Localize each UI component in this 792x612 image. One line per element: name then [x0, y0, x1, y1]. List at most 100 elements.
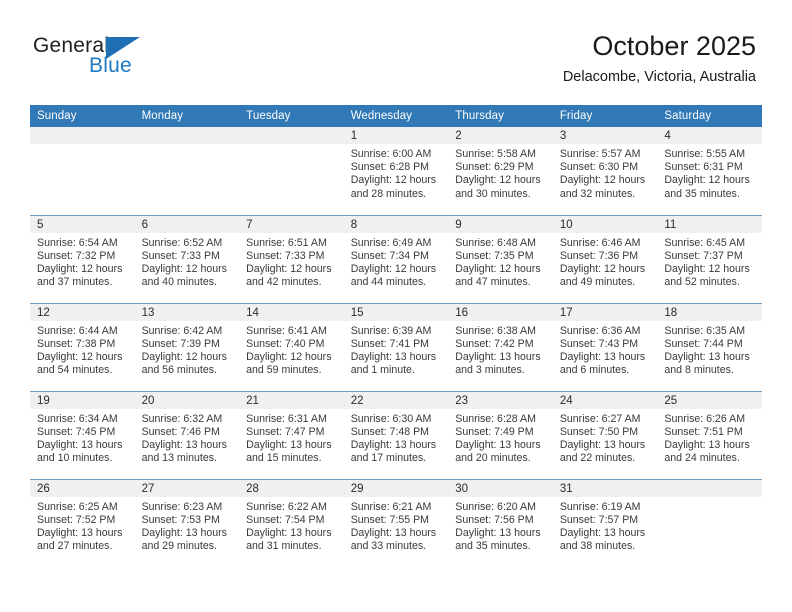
calendar-day-cell[interactable]: 30 Sunrise: 6:20 AM Sunset: 7:56 PM Dayligh…	[448, 478, 553, 567]
calendar-day-cell[interactable]: 29 Sunrise: 6:21 AM Sunset: 7:55 PM Dayligh…	[343, 478, 449, 567]
daylight-text-cont: and 20 minutes.	[455, 452, 531, 465]
day-number: 24	[552, 391, 658, 409]
calendar-day-cell[interactable]: 21 Sunrise: 6:31 AM Sunset: 7:47 PM Dayligh…	[239, 390, 344, 479]
calendar-day-cell[interactable]: 24 Sunrise: 6:27 AM Sunset: 7:50 PM Dayligh…	[552, 390, 658, 479]
day-cell-inner: 9 Sunrise: 6:48 AM Sunset: 7:35 PM Daylight…	[448, 215, 553, 303]
daylight-text-cont: and 10 minutes.	[37, 452, 113, 465]
day-cell-inner: 14 Sunrise: 6:41 AM Sunset: 7:40 PM Dayligh…	[239, 303, 344, 391]
sunset-text: Sunset: 7:50 PM	[559, 425, 639, 438]
sunrise-text: Sunrise: 6:00 AM	[350, 148, 432, 160]
calendar-week-row: 5 Sunrise: 6:54 AM Sunset: 7:32 PM Daylight…	[30, 214, 762, 303]
day-number: 26	[30, 479, 135, 497]
calendar-day-cell[interactable]: 22 Sunrise: 6:30 AM Sunset: 7:48 PM Dayligh…	[343, 390, 449, 479]
calendar-day-cell[interactable]: 28 Sunrise: 6:22 AM Sunset: 7:54 PM Dayligh…	[239, 478, 344, 567]
daylight-text-cont: and 49 minutes.	[559, 276, 636, 289]
day-cell-details: Sunrise: 6:41 AM Sunset: 7:40 PM Daylight:…	[239, 321, 344, 378]
sunset-text: Sunset: 6:30 PM	[559, 161, 639, 174]
general-blue-logo[interactable]: General Blue	[33, 33, 163, 81]
daylight-text-cont: and 27 minutes.	[37, 540, 113, 553]
daylight-text: Daylight: 12 hours	[37, 262, 123, 275]
day-cell-inner: 21 Sunrise: 6:31 AM Sunset: 7:47 PM Dayligh…	[239, 391, 344, 479]
calendar-day-cell[interactable]: 7 Sunrise: 6:51 AM Sunset: 7:33 PM Daylight…	[239, 214, 344, 303]
day-cell-details	[239, 144, 344, 148]
daylight-text-cont: and 54 minutes.	[37, 364, 113, 377]
calendar-day-cell[interactable]: 1 Sunrise: 6:00 AM Sunset: 6:28 PM Daylight…	[343, 127, 449, 215]
calendar-day-cell[interactable]: 18 Sunrise: 6:35 AM Sunset: 7:44 PM Dayligh…	[657, 302, 762, 391]
calendar-day-cell[interactable]: 14 Sunrise: 6:41 AM Sunset: 7:40 PM Dayligh…	[239, 302, 344, 391]
calendar-day-cell[interactable]: 2 Sunrise: 5:58 AM Sunset: 6:29 PM Daylight…	[448, 127, 553, 215]
daylight-text: Daylight: 13 hours	[664, 350, 750, 363]
daylight-text: Daylight: 13 hours	[455, 350, 541, 363]
sunrise-text: Sunrise: 6:36 AM	[559, 324, 641, 337]
day-cell-inner: 4 Sunrise: 5:55 AM Sunset: 6:31 PM Daylight…	[657, 127, 762, 215]
calendar-day-cell[interactable]: 3 Sunrise: 5:57 AM Sunset: 6:30 PM Daylight…	[552, 127, 658, 215]
calendar-day-cell[interactable]: 16 Sunrise: 6:38 AM Sunset: 7:42 PM Dayligh…	[448, 302, 553, 391]
day-number: 14	[239, 303, 344, 321]
daylight-text: Daylight: 12 hours	[246, 262, 332, 275]
calendar-day-cell[interactable]: 26 Sunrise: 6:25 AM Sunset: 7:52 PM Dayligh…	[30, 478, 135, 567]
calendar-day-cell[interactable]: 9 Sunrise: 6:48 AM Sunset: 7:35 PM Daylight…	[448, 214, 553, 303]
day-number: 16	[448, 303, 553, 321]
daylight-text: Daylight: 13 hours	[37, 526, 123, 539]
calendar-day-cell[interactable]: 6 Sunrise: 6:52 AM Sunset: 7:33 PM Daylight…	[134, 214, 240, 303]
calendar-day-cell[interactable]: 27 Sunrise: 6:23 AM Sunset: 7:53 PM Dayligh…	[134, 478, 240, 567]
calendar-day-cell[interactable]: 12 Sunrise: 6:44 AM Sunset: 7:38 PM Dayligh…	[30, 302, 135, 391]
daylight-text: Daylight: 12 hours	[141, 262, 227, 275]
daylight-text-cont: and 33 minutes.	[350, 540, 427, 553]
calendar-day-cell[interactable]: 20 Sunrise: 6:32 AM Sunset: 7:46 PM Dayligh…	[134, 390, 240, 479]
sunset-text: Sunset: 7:54 PM	[246, 513, 325, 526]
day-number	[134, 127, 240, 144]
daylight-text: Daylight: 13 hours	[246, 526, 332, 539]
calendar-day-cell-empty	[134, 127, 240, 215]
calendar-day-cell[interactable]: 10 Sunrise: 6:46 AM Sunset: 7:36 PM Dayligh…	[552, 214, 658, 303]
day-cell-details: Sunrise: 6:19 AM Sunset: 7:57 PM Daylight:…	[553, 497, 658, 554]
sunrise-text: Sunrise: 6:44 AM	[37, 324, 118, 337]
sunset-text: Sunset: 7:38 PM	[37, 337, 116, 350]
daylight-text: Daylight: 12 hours	[141, 350, 227, 363]
sunrise-text: Sunrise: 6:31 AM	[246, 412, 327, 425]
day-cell-details: Sunrise: 6:21 AM Sunset: 7:55 PM Daylight:…	[344, 497, 449, 554]
sunset-text: Sunset: 7:40 PM	[246, 337, 325, 350]
sunset-text: Sunset: 7:47 PM	[246, 425, 325, 438]
daylight-text-cont: and 47 minutes.	[455, 276, 531, 289]
calendar-day-cell[interactable]: 17 Sunrise: 6:36 AM Sunset: 7:43 PM Dayligh…	[552, 302, 658, 391]
day-cell-inner	[657, 479, 762, 568]
daylight-text-cont: and 35 minutes.	[664, 187, 740, 200]
calendar-day-cell[interactable]: 23 Sunrise: 6:28 AM Sunset: 7:49 PM Dayligh…	[448, 390, 553, 479]
calendar-day-cell[interactable]: 15 Sunrise: 6:39 AM Sunset: 7:41 PM Dayligh…	[343, 302, 449, 391]
day-number: 20	[134, 391, 240, 409]
weekday-header-row: Sunday Monday Tuesday Wednesday Thursday Frid…	[30, 105, 762, 127]
day-number: 27	[134, 479, 240, 497]
daylight-text: Daylight: 13 hours	[350, 526, 437, 539]
sunrise-text: Sunrise: 6:51 AM	[246, 236, 327, 249]
daylight-text: Daylight: 13 hours	[246, 438, 332, 451]
calendar-day-cell[interactable]: 5 Sunrise: 6:54 AM Sunset: 7:32 PM Daylight…	[30, 214, 135, 303]
calendar-day-cell[interactable]: 25 Sunrise: 6:26 AM Sunset: 7:51 PM Dayligh…	[657, 390, 762, 479]
calendar-day-cell[interactable]: 11 Sunrise: 6:45 AM Sunset: 7:37 PM Dayligh…	[657, 214, 762, 303]
sunrise-text: Sunrise: 6:23 AM	[141, 500, 223, 513]
page-title: October 2025	[592, 31, 756, 61]
day-cell-details: Sunrise: 6:20 AM Sunset: 7:56 PM Daylight:…	[448, 497, 553, 554]
day-number: 5	[30, 215, 135, 233]
calendar-day-cell[interactable]: 13 Sunrise: 6:42 AM Sunset: 7:39 PM Dayligh…	[134, 302, 240, 391]
day-number: 17	[552, 303, 658, 321]
day-cell-details: Sunrise: 6:36 AM Sunset: 7:43 PM Daylight:…	[553, 321, 658, 378]
sunset-text: Sunset: 7:57 PM	[559, 513, 639, 526]
weekday-header-monday: Monday	[134, 105, 240, 127]
calendar-day-cell[interactable]: 8 Sunrise: 6:49 AM Sunset: 7:34 PM Daylight…	[343, 214, 449, 303]
sunrise-text: Sunrise: 6:32 AM	[141, 412, 223, 425]
sunset-text: Sunset: 7:48 PM	[350, 425, 430, 438]
day-cell-details: Sunrise: 6:26 AM Sunset: 7:51 PM Daylight:…	[657, 409, 762, 466]
calendar-day-cell[interactable]: 31 Sunrise: 6:19 AM Sunset: 7:57 PM Dayligh…	[552, 478, 658, 567]
calendar-day-cell[interactable]: 19 Sunrise: 6:34 AM Sunset: 7:45 PM Dayligh…	[30, 390, 135, 479]
daylight-text-cont: and 8 minutes.	[664, 364, 734, 377]
day-cell-inner: 25 Sunrise: 6:26 AM Sunset: 7:51 PM Dayligh…	[657, 391, 762, 479]
sunrise-text: Sunrise: 6:20 AM	[455, 500, 536, 513]
day-cell-inner: 15 Sunrise: 6:39 AM Sunset: 7:41 PM Dayligh…	[343, 303, 449, 391]
sunrise-text: Sunrise: 5:58 AM	[455, 148, 536, 160]
day-cell-inner: 19 Sunrise: 6:34 AM Sunset: 7:45 PM Dayligh…	[30, 391, 135, 479]
sunrise-text: Sunrise: 6:48 AM	[455, 236, 536, 249]
day-cell-details: Sunrise: 5:55 AM Sunset: 6:31 PM Daylight:…	[657, 144, 762, 201]
calendar-day-cell[interactable]: 4 Sunrise: 5:55 AM Sunset: 6:31 PM Daylight…	[657, 127, 762, 215]
daylight-text: Daylight: 13 hours	[559, 438, 646, 451]
